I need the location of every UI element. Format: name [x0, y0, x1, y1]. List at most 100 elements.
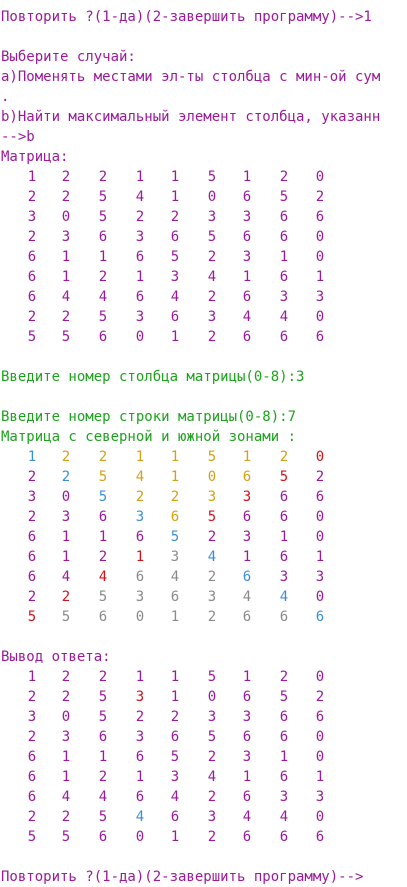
matrix-cell: 2	[135, 489, 145, 505]
matrix-cell: 1	[170, 689, 180, 705]
matrix-cell: 2	[27, 809, 37, 825]
matrix-cell: 2	[207, 529, 217, 545]
matrix-cell: 6	[27, 529, 37, 545]
matrix-cell: 6	[242, 569, 252, 585]
matrix-row: 3 0 5 2 2 3 3 6 6	[0, 487, 407, 507]
matrix-cell: 4	[279, 309, 289, 325]
matrix-cell: 2	[207, 609, 217, 625]
matrix-row: 6 1 1 6 5 2 3 1 0	[0, 527, 407, 547]
matrix-cell: 2	[279, 669, 289, 685]
matrix-cell: 0	[315, 749, 325, 765]
matrix-cell: 6	[242, 729, 252, 745]
matrix-cell: 3	[207, 209, 217, 225]
matrix-cell: 6	[279, 829, 289, 845]
matrix-cell: 1	[27, 169, 37, 185]
matrix-cell: 5	[61, 609, 71, 625]
matrix-cell: 1	[135, 549, 145, 565]
matrix-cell: 5	[27, 329, 37, 345]
matrix-cell: 2	[207, 249, 217, 265]
repeat-prompt-bottom[interactable]: Повторить ?(1-да)(2-завершить программу)…	[1, 867, 363, 887]
matrix-cell: 6	[279, 549, 289, 565]
matrix-cell: 2	[27, 189, 37, 205]
matrix-cell: 3	[207, 589, 217, 605]
matrix-cell: 2	[27, 229, 37, 245]
matrix-cell: 6	[135, 789, 145, 805]
matrix-cell: 3	[279, 289, 289, 305]
matrix-cell: 1	[98, 529, 108, 545]
matrix-row: 1 2 2 1 1 5 1 2 0	[0, 167, 407, 187]
matrix-cell: 2	[61, 469, 71, 485]
row-number-prompt[interactable]: Введите номер строки матрицы(0-8):7	[1, 407, 296, 427]
matrix-cell: 6	[27, 549, 37, 565]
matrix-row: 6 4 4 6 4 2 6 3 3	[0, 787, 407, 807]
matrix-cell: 5	[207, 169, 217, 185]
matrix-cell: 4	[98, 289, 108, 305]
matrix-row: 6 1 2 1 3 4 1 6 1	[0, 767, 407, 787]
matrix-cell: 6	[242, 289, 252, 305]
matrix-cell: 6	[279, 489, 289, 505]
matrix-cell: 6	[27, 769, 37, 785]
answer-input-line[interactable]: -->b	[1, 127, 35, 147]
matrix-label: Матрица:	[1, 149, 69, 165]
matrix-cell: 1	[279, 529, 289, 545]
matrix-cell: 3	[207, 709, 217, 725]
matrix-cell: 5	[279, 189, 289, 205]
matrix-cell: 2	[170, 709, 180, 725]
matrix-cell: 6	[98, 829, 108, 845]
matrix-cell: 6	[242, 329, 252, 345]
matrix-cell: 1	[170, 829, 180, 845]
matrix-cell: 1	[279, 249, 289, 265]
matrix-cell: 1	[170, 609, 180, 625]
matrix-cell: 2	[170, 489, 180, 505]
matrix-cell: 6	[27, 289, 37, 305]
matrix-cell: 1	[61, 749, 71, 765]
matrix-row: 2 2 5 4 6 3 4 4 0	[0, 807, 407, 827]
matrix-cell: 0	[207, 469, 217, 485]
matrix-cell: 6	[315, 609, 325, 625]
matrix-cell: 3	[135, 729, 145, 745]
matrix-cell: 1	[242, 549, 252, 565]
matrix-cell: 1	[279, 749, 289, 765]
matrix-row: 2 3 6 3 6 5 6 6 0	[0, 507, 407, 527]
matrix-cell: 4	[207, 269, 217, 285]
matrix-row: 6 1 2 1 3 4 1 6 1	[0, 547, 407, 567]
matrix-cell: 4	[279, 809, 289, 825]
matrix-cell: 6	[279, 329, 289, 345]
matrix-cell: 6	[315, 209, 325, 225]
matrix-cell: 3	[61, 729, 71, 745]
column-number-prompt[interactable]: Введите номер столбца матрицы(0-8):3	[1, 367, 304, 387]
repeat-prompt-top: Повторить ?(1-да)(2-завершить программу)…	[1, 9, 372, 25]
matrix-cell: 6	[170, 589, 180, 605]
matrix-cell: 6	[315, 489, 325, 505]
matrix-cell: 1	[242, 169, 252, 185]
matrix-cell: 5	[98, 689, 108, 705]
matrix-row: 5 5 6 0 1 2 6 6 6	[0, 327, 407, 347]
matrix-cell: 4	[242, 589, 252, 605]
matrix-row: 6 1 1 6 5 2 3 1 0	[0, 247, 407, 267]
matrix-cell: 6	[98, 609, 108, 625]
matrix-cell: 3	[315, 789, 325, 805]
matrix-cell: 1	[135, 169, 145, 185]
matrix-cell: 1	[315, 549, 325, 565]
matrix-row: 3 0 5 2 2 3 3 6 6	[0, 207, 407, 227]
matrix-cell: 4	[170, 789, 180, 805]
matrix-row: 3 0 5 2 2 3 3 6 6	[0, 707, 407, 727]
matrix-cell: 4	[98, 569, 108, 585]
matrix-cell: 3	[207, 809, 217, 825]
matrix-cell: 5	[207, 229, 217, 245]
matrix-cell: 5	[279, 689, 289, 705]
matrix-cell: 5	[279, 469, 289, 485]
matrix-cell: 6	[98, 329, 108, 345]
output-label: Вывод ответа:	[1, 649, 111, 665]
matrix-cell: 1	[315, 269, 325, 285]
matrix-cell: 5	[98, 809, 108, 825]
matrix-cell: 1	[61, 269, 71, 285]
matrix-cell: 0	[315, 669, 325, 685]
matrix-row: 5 5 6 0 1 2 6 6 6	[0, 827, 407, 847]
matrix-cell: 2	[135, 209, 145, 225]
matrix-cell: 6	[170, 509, 180, 525]
matrix-cell: 2	[27, 509, 37, 525]
matrix-cell: 1	[27, 449, 37, 465]
matrix-cell: 0	[315, 529, 325, 545]
matrix-cell: 2	[315, 189, 325, 205]
